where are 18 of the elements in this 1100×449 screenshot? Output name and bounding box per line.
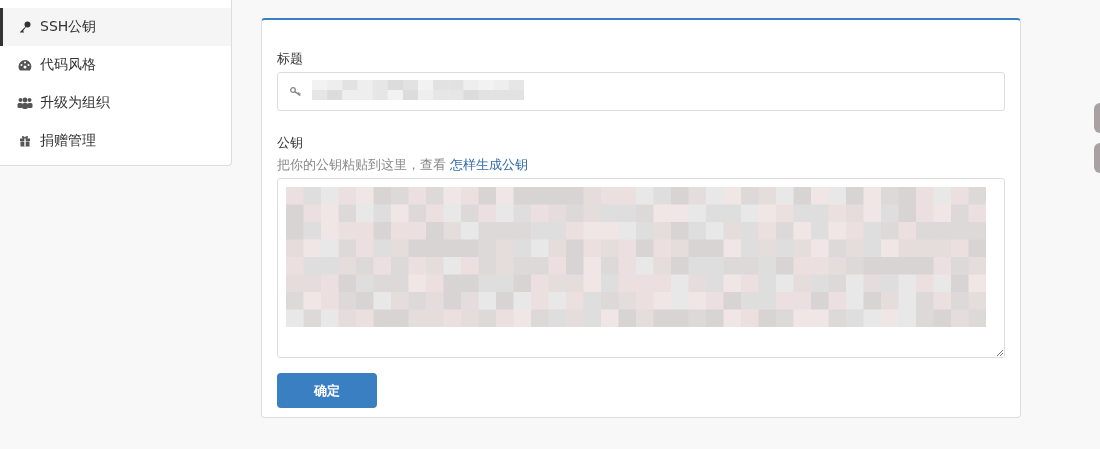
sidebar-item[interactable]: SSH公钥 — [0, 8, 231, 46]
gauge-icon — [18, 59, 32, 71]
key-icon — [19, 21, 31, 33]
side-handle[interactable] — [1094, 143, 1100, 173]
title-field[interactable] — [277, 72, 1005, 111]
key-icon — [290, 86, 302, 97]
confirm-button[interactable]: 确定 — [277, 373, 377, 408]
field-label: 公钥 — [277, 134, 304, 152]
help-link[interactable]: 怎样生成公钥 — [450, 157, 529, 172]
sidebar-item[interactable]: 捐赠管理 — [0, 122, 231, 160]
sidebar-item[interactable]: 升级为组织 — [0, 84, 231, 122]
sidebar-item[interactable]: 代码风格 — [0, 46, 231, 84]
help-text: 把你的公钥粘贴到这里，查看 怎样生成公钥 — [277, 156, 530, 174]
resize-grip-icon[interactable] — [996, 349, 1003, 356]
field-label: 标题 — [277, 50, 304, 68]
side-handle[interactable] — [1094, 103, 1100, 133]
users-icon — [17, 97, 33, 109]
gift-icon — [19, 135, 31, 147]
